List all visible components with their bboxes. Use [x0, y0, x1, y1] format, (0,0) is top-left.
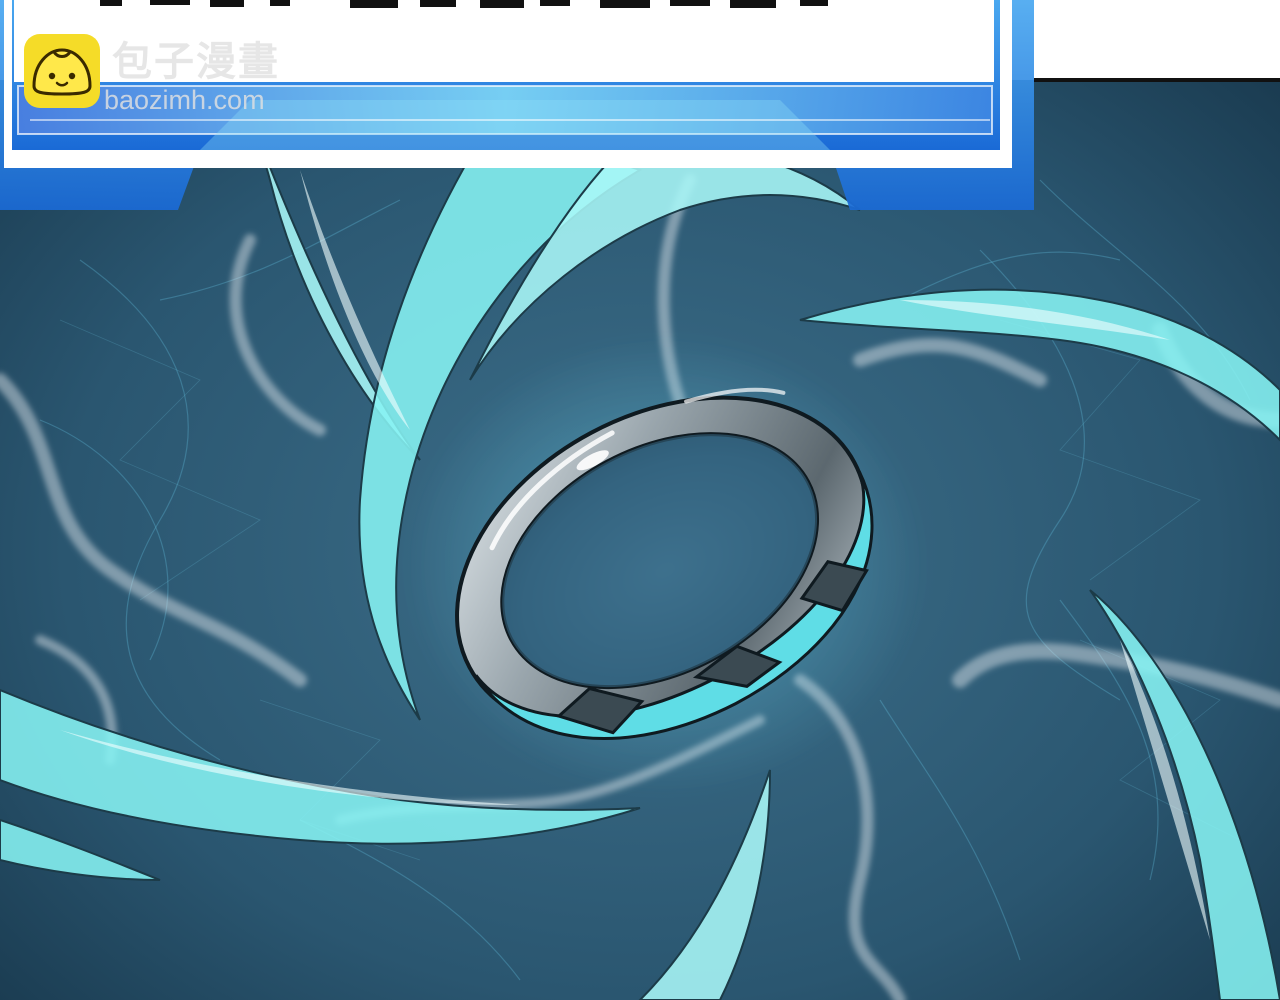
comic-page: 包子漫畫 baozimh.com [0, 0, 1280, 1000]
watermark-domain: baozimh.com [104, 85, 265, 115]
site-watermark: 包子漫畫 baozimh.com [24, 34, 324, 118]
bun-mascot-icon [24, 34, 100, 108]
watermark-site-name: 包子漫畫 [112, 39, 280, 85]
comic-panel-art [0, 0, 1280, 1000]
